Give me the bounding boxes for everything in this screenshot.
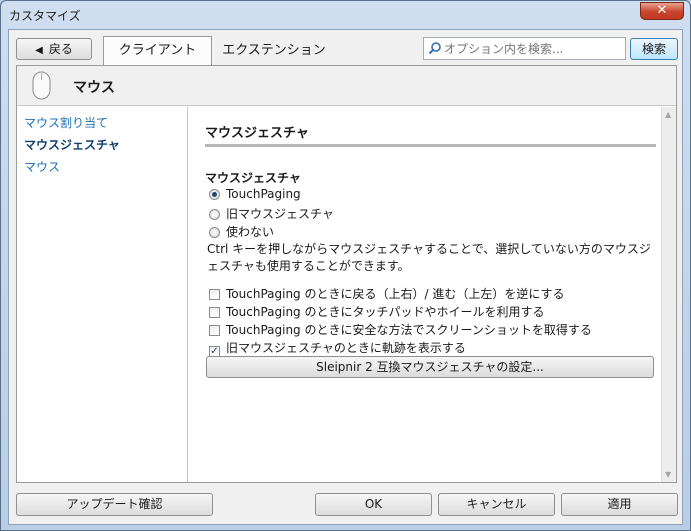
- checkbox-label: TouchPaging のときに戻る（上右）/ 進む（上左）を逆にする: [226, 287, 565, 301]
- radio-button[interactable]: [209, 209, 220, 220]
- sidebar: マウス割り当て マウスジェスチャ マウス: [17, 107, 188, 482]
- group-title: マウスジェスチャ: [205, 171, 301, 185]
- back-label: 戻る: [48, 42, 73, 56]
- radio-label: 旧マウスジェスチャ: [226, 207, 334, 221]
- radio-button[interactable]: [209, 227, 220, 238]
- radio-none[interactable]: 使わない: [209, 223, 274, 240]
- checkbox-label: 旧マウスジェスチャのときに軌跡を表示する: [226, 341, 466, 355]
- sidebar-item-mouse-assign[interactable]: マウス割り当て: [24, 114, 108, 131]
- scroll-down-icon[interactable]: ▼: [665, 470, 671, 479]
- page-header: マウス: [17, 66, 676, 106]
- mouse-icon: [32, 71, 51, 100]
- search-button[interactable]: 検索: [630, 38, 678, 60]
- checkbox[interactable]: [209, 325, 220, 336]
- checkbox-label: TouchPaging のときにタッチパッドやホイールを利用する: [226, 305, 545, 319]
- radio-label: 使わない: [226, 225, 275, 239]
- dialog-client: ◀戻る クライアント エクステンション 検索 マウス マウス割り当て マウスジェ: [8, 29, 683, 525]
- checkbox-reverse-back-forward[interactable]: TouchPaging のときに戻る（上右）/ 進む（上左）を逆にする: [209, 285, 564, 302]
- section-divider: [205, 144, 656, 147]
- back-arrow-icon: ◀: [35, 45, 43, 56]
- search-icon: [428, 42, 441, 55]
- checkbox-touchpad-wheel[interactable]: TouchPaging のときにタッチパッドやホイールを利用する: [209, 303, 544, 320]
- gesture-description: Ctrl キーを押しながらマウスジェスチャすることで、選択していない方のマウスジ…: [207, 242, 651, 273]
- tab-panel: マウス マウス割り当て マウスジェスチャ マウス マウスジェスチャ マウスジェス…: [16, 65, 677, 483]
- customize-window: カスタマイズ ✕ ◀ 戻る クライアント エクステンション 検索 マウス: [0, 0, 691, 531]
- window-title: カスタマイズ: [9, 9, 81, 23]
- back-button[interactable]: ◀ 戻る: [16, 38, 92, 60]
- radio-old-gesture[interactable]: 旧マウスジェスチャ: [209, 205, 334, 222]
- vertical-scrollbar[interactable]: ▲ ▼: [661, 107, 676, 482]
- apply-button[interactable]: 適用: [561, 493, 678, 516]
- title-bar: カスタマイズ ✕: [1, 1, 690, 29]
- sidebar-item-mouse-gesture[interactable]: マウスジェスチャ: [24, 136, 120, 153]
- search-input[interactable]: [444, 40, 622, 57]
- radio-button[interactable]: [209, 189, 220, 200]
- search-box: [423, 37, 626, 60]
- scroll-up-icon[interactable]: ▲: [665, 110, 671, 119]
- checkbox-label: TouchPaging のときに安全な方法でスクリーンショットを取得する: [226, 323, 592, 337]
- cancel-button[interactable]: キャンセル: [438, 493, 555, 516]
- checkbox[interactable]: [209, 307, 220, 318]
- ok-button[interactable]: OK: [315, 493, 432, 516]
- settings-content: マウスジェスチャ マウスジェスチャ TouchPaging 旧マウスジェスチャ …: [189, 107, 661, 482]
- section-title: マウスジェスチャ: [205, 126, 309, 141]
- checkbox-safe-screenshot[interactable]: TouchPaging のときに安全な方法でスクリーンショットを取得する: [209, 321, 592, 338]
- sidebar-item-mouse[interactable]: マウス: [24, 158, 60, 175]
- radio-label: TouchPaging: [226, 187, 301, 201]
- close-button[interactable]: ✕: [640, 2, 684, 20]
- checkbox[interactable]: [209, 289, 220, 300]
- radio-touchpaging[interactable]: TouchPaging: [209, 187, 301, 201]
- tab-client[interactable]: クライアント: [103, 36, 212, 66]
- check-update-button[interactable]: アップデート確認: [16, 493, 213, 516]
- page-title: マウス: [73, 80, 115, 96]
- tab-extension[interactable]: エクステンション: [214, 38, 334, 65]
- checkbox-show-trail[interactable]: ✓ 旧マウスジェスチャのときに軌跡を表示する: [209, 339, 466, 357]
- sleipnir-gesture-settings-button[interactable]: Sleipnir 2 互換マウスジェスチャの設定...: [206, 356, 654, 378]
